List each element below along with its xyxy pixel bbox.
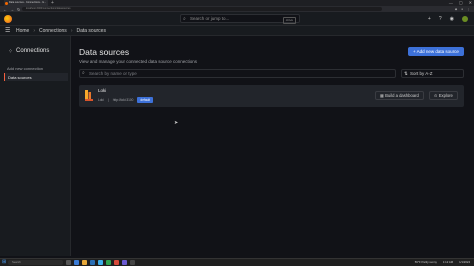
breadcrumb: Home › Connections › Data sources — [16, 26, 106, 36]
system-tray: 59°F Partly sunny 1:12 AM 1/1/2024 — [415, 259, 470, 266]
reload-icon[interactable]: ↻ — [17, 7, 20, 12]
filter-input[interactable]: ⌕ Search by name or type — [79, 69, 396, 78]
sidebar-title: ⁘ Connections — [8, 48, 49, 55]
forward-icon[interactable]: → — [10, 7, 14, 12]
rss-icon[interactable]: ◉ — [450, 15, 454, 23]
taskbar-search[interactable]: Search — [8, 260, 63, 265]
windows-start-icon[interactable]: ⊞ — [2, 260, 7, 265]
sort-label: Sort by A-Z — [410, 71, 433, 76]
breadcrumb-separator: › — [70, 28, 73, 34]
help-icon[interactable]: ? — [439, 15, 442, 23]
add-data-source-button[interactable]: + Add new data source — [408, 47, 464, 56]
datasource-url: http://loki:3100 — [112, 98, 134, 102]
breadcrumb-separator: › — [33, 28, 36, 34]
files-app-icon[interactable] — [82, 260, 87, 265]
browser-app-icon[interactable] — [74, 260, 79, 265]
terminal-app-icon[interactable] — [130, 260, 135, 265]
os-taskbar: ⊞ Search 59°F Partly sunny 1:12 AM 1/1/2… — [0, 258, 474, 266]
vscode-app-icon[interactable] — [90, 260, 95, 265]
avatar[interactable] — [462, 16, 468, 22]
sidebar-item-label: Data sources — [8, 74, 32, 80]
menu-icon[interactable]: ☰ — [5, 26, 10, 36]
main-content: Data sources View and manage your connec… — [71, 36, 474, 256]
sort-select[interactable]: ⇅ Sort by A-Z — [401, 69, 464, 78]
app-icon[interactable] — [114, 260, 119, 265]
topbar-actions: + ? ◉ — [428, 15, 468, 23]
datasource-type: Loki — [98, 98, 104, 102]
mouse-cursor-icon: ➤ — [174, 120, 179, 126]
plus-icon[interactable]: + — [428, 15, 431, 23]
search-placeholder: Search or jump to... — [190, 16, 230, 21]
breadcrumb-connections[interactable]: Connections — [39, 26, 67, 36]
clock-time[interactable]: 1:12 AM — [443, 259, 453, 266]
search-icon: ⌕ — [82, 70, 85, 76]
datasource-name[interactable]: Loki — [98, 88, 106, 93]
loki-logo-icon — [85, 90, 93, 101]
taskbar-apps — [66, 260, 135, 265]
build-dashboard-button[interactable]: ▦ Build a dashboard — [375, 91, 424, 100]
meta-separator: | — [107, 98, 109, 102]
sidebar-title-text: Connections — [16, 48, 50, 54]
breadcrumb-home[interactable]: Home — [16, 26, 29, 36]
default-badge: default — [137, 97, 153, 103]
sort-icon: ⇅ — [404, 71, 408, 76]
app-icon[interactable] — [122, 260, 127, 265]
browser-tab-title: Data sources - Connections - G... — [9, 1, 47, 4]
page-subtitle: View and manage your connected data sour… — [79, 59, 197, 64]
connections-icon: ⁘ — [8, 49, 14, 55]
grafana-topbar: ⌕ Search or jump to... ctrl+k + ? ◉ — [0, 12, 474, 26]
grafana-favicon-icon — [5, 1, 8, 5]
search-shortcut: ctrl+k — [282, 16, 296, 24]
task-view-icon[interactable] — [66, 260, 71, 265]
clock-date[interactable]: 1/1/2024 — [459, 259, 470, 266]
weather-status[interactable]: 59°F Partly sunny — [415, 259, 437, 266]
back-icon[interactable]: ← — [3, 7, 7, 12]
filter-placeholder: Search by name or type — [89, 71, 137, 76]
search-input[interactable]: ⌕ Search or jump to... ctrl+k — [180, 14, 300, 24]
grafana-logo-icon[interactable] — [4, 15, 12, 23]
sidebar-item-add-new-connection[interactable]: Add new connection — [7, 66, 43, 71]
breadcrumb-data-sources: Data sources — [76, 28, 106, 34]
datasource-card[interactable]: Loki Loki | http://loki:3100 default ▦ B… — [79, 85, 464, 107]
breadcrumb-bar: ☰ Home › Connections › Data sources — [0, 26, 474, 36]
search-icon: ⌕ — [183, 16, 186, 22]
edge-app-icon[interactable] — [98, 260, 103, 265]
build-dashboard-label: Build a dashboard — [385, 93, 419, 98]
sidebar: ⁘ Connections Add new connection Data so… — [0, 36, 71, 256]
explore-button[interactable]: ⊙ Explore — [429, 91, 458, 100]
explore-label: Explore — [438, 93, 453, 98]
datasource-meta: Loki | http://loki:3100 default — [98, 97, 153, 103]
sidebar-item-data-sources[interactable]: Data sources — [4, 73, 68, 81]
page-title: Data sources — [79, 47, 130, 57]
url-field[interactable]: localhost:3000/connections/datasources — [22, 7, 382, 11]
app-icon[interactable] — [106, 260, 111, 265]
